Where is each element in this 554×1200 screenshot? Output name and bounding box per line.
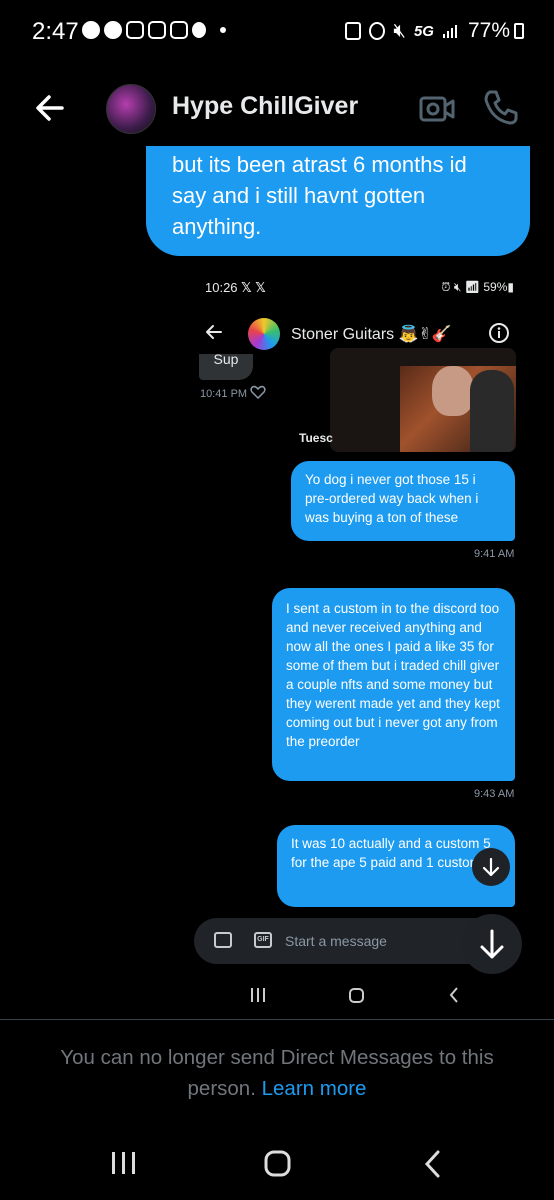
conversation-header: Hype ChillGiver (0, 66, 554, 152)
divider (0, 1019, 554, 1020)
recents-icon (251, 988, 265, 1002)
alarm-icon (369, 22, 386, 40)
avatar (248, 318, 280, 350)
received-message-bubble: Sup (199, 354, 253, 380)
info-icon (489, 323, 509, 343)
back-arrow-icon (206, 325, 222, 339)
embedded-status-time: 10:26 𝕏 𝕏 (205, 280, 266, 295)
dm-disabled-notice: You can no longer send Direct Messages t… (30, 1042, 524, 1104)
back-button[interactable] (424, 1150, 440, 1178)
image-icon (214, 932, 232, 948)
message-timestamp: 9:41 AM (474, 548, 515, 560)
embedded-conversation-title: Stoner Guitars 👼✌🎸 (291, 326, 452, 343)
mute-icon: 🔇︎ (393, 19, 406, 42)
battery-icon (514, 23, 524, 39)
messages-icon (82, 21, 100, 39)
instagram-icon (148, 21, 166, 39)
more-notifications-dot (220, 27, 226, 33)
nfc-icon (345, 22, 362, 40)
home-button[interactable] (264, 1150, 291, 1177)
avatar[interactable] (106, 84, 156, 134)
attached-screenshot[interactable]: 10:26 𝕏 𝕏 ⏰︎ 🔇︎ 📶︎ 59%▮ Stoner Guitars 👼… (194, 268, 528, 1016)
system-nav-bar (112, 1150, 440, 1178)
network-type: 5G (413, 22, 434, 40)
battery-level: 77% (467, 19, 510, 42)
instagram-icon (170, 21, 188, 39)
signal-icon (442, 25, 457, 38)
facebook-icon (104, 21, 122, 39)
notification-icons (82, 21, 226, 39)
react-heart-icon (250, 385, 266, 399)
embedded-status-bar: 10:26 𝕏 𝕏 ⏰︎ 🔇︎ 📶︎ 59%▮ (194, 268, 528, 304)
back-icon (449, 987, 458, 1003)
video-call-icon[interactable] (418, 92, 456, 126)
embedded-status-icons: ⏰︎ 🔇︎ 📶︎ 59%▮ (441, 280, 514, 294)
arrow-down-icon (482, 857, 500, 877)
conversation-title[interactable]: Hype ChillGiver (172, 92, 358, 121)
snapchat-icon (192, 22, 206, 38)
back-arrow-icon[interactable] (32, 90, 68, 126)
home-icon (349, 988, 364, 1003)
message-input-placeholder: Start a message (285, 933, 387, 949)
scroll-down-button (462, 914, 522, 974)
embedded-nav-bar (251, 987, 458, 1003)
recents-button[interactable] (112, 1152, 135, 1174)
message-timestamp: 10:41 PM (200, 388, 248, 400)
gif-icon: GIF (254, 932, 272, 948)
message-bubble[interactable]: but its been atrast 6 months id say and … (146, 146, 530, 256)
sent-message-bubble: Yo dog i never got those 15 i pre-ordere… (291, 461, 515, 541)
video-overlay (330, 348, 516, 452)
status-time: 2:47 (32, 18, 79, 45)
message-timestamp: 9:43 AM (474, 788, 515, 800)
status-bar: 2:47 🔇︎ 5G 77% (0, 0, 554, 66)
sent-message-bubble: I sent a custom in to the discord too an… (272, 588, 515, 781)
instagram-icon (126, 21, 144, 39)
system-icons: 🔇︎ 5G 77% (345, 19, 524, 43)
scroll-down-button (472, 848, 510, 886)
arrow-down-icon (480, 929, 504, 959)
day-separator: Tuesc (299, 431, 333, 445)
phone-call-icon[interactable] (482, 88, 518, 126)
learn-more-link[interactable]: Learn more (262, 1077, 367, 1100)
